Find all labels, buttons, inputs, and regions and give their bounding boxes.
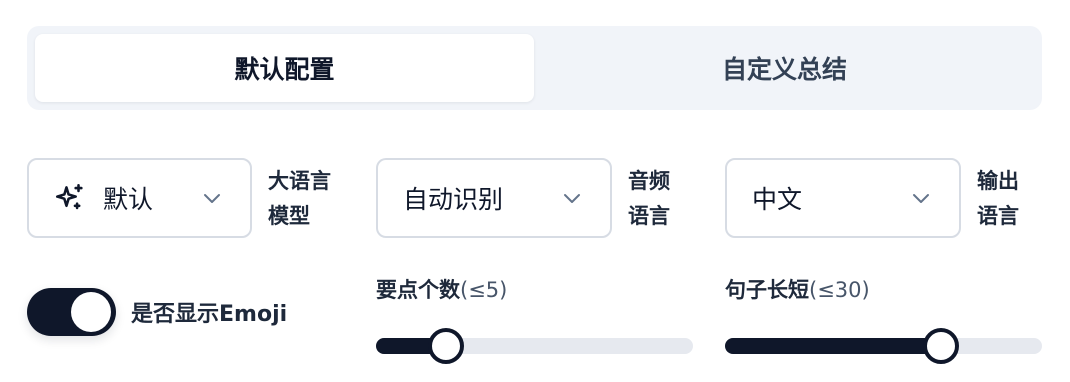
sparkles-icon — [53, 181, 87, 215]
config-tabs: 默认配置 自定义总结 — [27, 26, 1042, 110]
key-points-label-text: 要点个数 — [376, 278, 460, 302]
llm-select[interactable]: 默认 — [27, 158, 252, 238]
tab-default-config[interactable]: 默认配置 — [35, 34, 534, 102]
sentence-length-slider[interactable] — [725, 328, 1042, 364]
tab-custom-summary-label: 自定义总结 — [721, 55, 847, 84]
key-points-hint: (≤5) — [460, 278, 508, 302]
emoji-toggle-label: 是否显示Emoji — [131, 302, 288, 327]
sentence-length-hint: (≤30) — [809, 278, 870, 302]
llm-select-value: 默认 — [103, 185, 154, 214]
tab-custom-summary[interactable]: 自定义总结 — [535, 34, 1034, 102]
output-language-select[interactable]: 中文 — [725, 158, 961, 238]
audio-language-value: 自动识别 — [403, 185, 504, 214]
key-points-slider[interactable] — [376, 328, 693, 364]
output-language-label-line1: 输出 — [977, 169, 1019, 193]
llm-label-line2: 模型 — [268, 204, 310, 228]
sentence-length-slider-fill — [725, 338, 941, 354]
chevron-down-icon — [204, 194, 220, 203]
key-points-slider-thumb[interactable] — [428, 328, 464, 364]
audio-language-select[interactable]: 自动识别 — [376, 158, 612, 238]
output-language-value: 中文 — [752, 185, 803, 214]
output-language-label: 输出 语言 — [977, 164, 1019, 234]
chevron-down-icon — [564, 194, 580, 203]
emoji-toggle[interactable] — [27, 288, 116, 336]
tab-default-config-label: 默认配置 — [234, 55, 335, 84]
audio-language-label-line1: 音频 — [628, 169, 670, 193]
key-points-label: 要点个数(≤5) — [376, 274, 507, 304]
audio-language-label-line2: 语言 — [628, 204, 670, 228]
toggle-knob — [71, 292, 111, 332]
chevron-down-icon — [913, 194, 929, 203]
output-language-label-line2: 语言 — [977, 204, 1019, 228]
sentence-length-label: 句子长短(≤30) — [725, 274, 870, 304]
llm-label: 大语言 模型 — [268, 164, 331, 234]
sentence-length-slider-thumb[interactable] — [923, 328, 959, 364]
sentence-length-label-text: 句子长短 — [725, 278, 809, 302]
audio-language-label: 音频 语言 — [628, 164, 670, 234]
llm-label-line1: 大语言 — [268, 169, 331, 193]
